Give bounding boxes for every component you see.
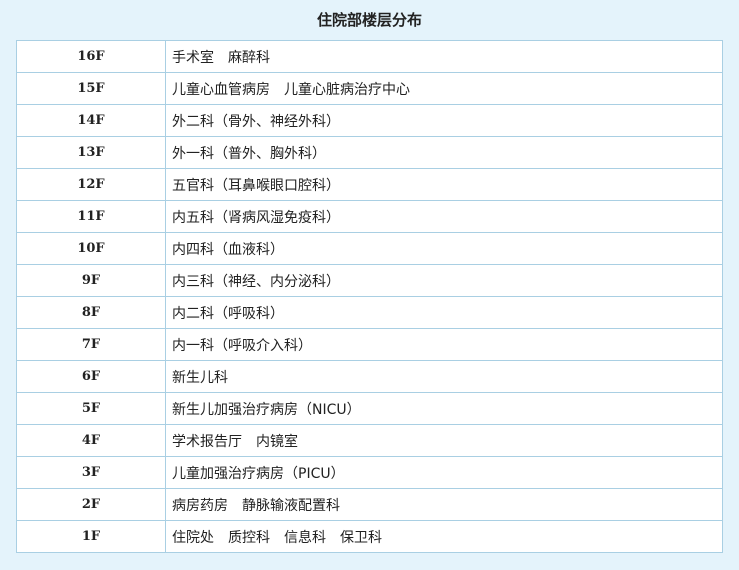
floor-label: 14F bbox=[16, 104, 166, 137]
department-list: 儿童心血管病房 儿童心脏病治疗中心 bbox=[165, 72, 723, 105]
floor-table-body: 16F 手术室 麻醉科 15F 儿童心血管病房 儿童心脏病治疗中心 14F 外二… bbox=[16, 40, 723, 553]
floor-label: 2F bbox=[16, 488, 166, 521]
floor-label: 13F bbox=[16, 136, 166, 169]
department-list: 新生儿科 bbox=[165, 360, 723, 393]
table-row: 3F 儿童加强治疗病房（PICU） bbox=[16, 456, 723, 489]
floor-label: 15F bbox=[16, 72, 166, 105]
floor-directory-page: 住院部楼层分布 16F 手术室 麻醉科 15F 儿童心血管病房 儿童心脏病治疗中… bbox=[0, 0, 739, 570]
table-row: 15F 儿童心血管病房 儿童心脏病治疗中心 bbox=[16, 72, 723, 105]
department-list: 住院处 质控科 信息科 保卫科 bbox=[165, 520, 723, 553]
floor-label: 1F bbox=[16, 520, 166, 553]
floor-label: 12F bbox=[16, 168, 166, 201]
department-list: 病房药房 静脉输液配置科 bbox=[165, 488, 723, 521]
table-row: 8F 内二科（呼吸科） bbox=[16, 296, 723, 329]
department-list: 内四科（血液科） bbox=[165, 232, 723, 265]
department-list: 儿童加强治疗病房（PICU） bbox=[165, 456, 723, 489]
department-list: 新生儿加强治疗病房（NICU） bbox=[165, 392, 723, 425]
floor-label: 3F bbox=[16, 456, 166, 489]
department-list: 手术室 麻醉科 bbox=[165, 40, 723, 73]
floor-label: 8F bbox=[16, 296, 166, 329]
table-row: 13F 外一科（普外、胸外科） bbox=[16, 136, 723, 169]
floor-label: 10F bbox=[16, 232, 166, 265]
table-row: 10F 内四科（血液科） bbox=[16, 232, 723, 265]
department-list: 内二科（呼吸科） bbox=[165, 296, 723, 329]
department-list: 五官科（耳鼻喉眼口腔科） bbox=[165, 168, 723, 201]
table-row: 7F 内一科（呼吸介入科） bbox=[16, 328, 723, 361]
department-list: 外二科（骨外、神经外科） bbox=[165, 104, 723, 137]
table-row: 6F 新生儿科 bbox=[16, 360, 723, 393]
floor-label: 4F bbox=[16, 424, 166, 457]
department-list: 学术报告厅 内镜室 bbox=[165, 424, 723, 457]
department-list: 内三科（神经、内分泌科） bbox=[165, 264, 723, 297]
page-title: 住院部楼层分布 bbox=[316, 11, 422, 29]
floor-label: 16F bbox=[16, 40, 166, 73]
floor-label: 6F bbox=[16, 360, 166, 393]
floor-label: 7F bbox=[16, 328, 166, 361]
table-row: 9F 内三科（神经、内分泌科） bbox=[16, 264, 723, 297]
table-row: 12F 五官科（耳鼻喉眼口腔科） bbox=[16, 168, 723, 201]
department-list: 内五科（肾病风湿免疫科） bbox=[165, 200, 723, 233]
department-list: 外一科（普外、胸外科） bbox=[165, 136, 723, 169]
table-row: 11F 内五科（肾病风湿免疫科） bbox=[16, 200, 723, 233]
floor-label: 11F bbox=[16, 200, 166, 233]
table-row: 1F 住院处 质控科 信息科 保卫科 bbox=[16, 520, 723, 553]
floor-table: 16F 手术室 麻醉科 15F 儿童心血管病房 儿童心脏病治疗中心 14F 外二… bbox=[16, 40, 723, 553]
floor-label: 9F bbox=[16, 264, 166, 297]
table-row: 2F 病房药房 静脉输液配置科 bbox=[16, 488, 723, 521]
table-row: 4F 学术报告厅 内镜室 bbox=[16, 424, 723, 457]
department-list: 内一科（呼吸介入科） bbox=[165, 328, 723, 361]
table-row: 14F 外二科（骨外、神经外科） bbox=[16, 104, 723, 137]
table-row: 16F 手术室 麻醉科 bbox=[16, 40, 723, 73]
floor-label: 5F bbox=[16, 392, 166, 425]
table-row: 5F 新生儿加强治疗病房（NICU） bbox=[16, 392, 723, 425]
